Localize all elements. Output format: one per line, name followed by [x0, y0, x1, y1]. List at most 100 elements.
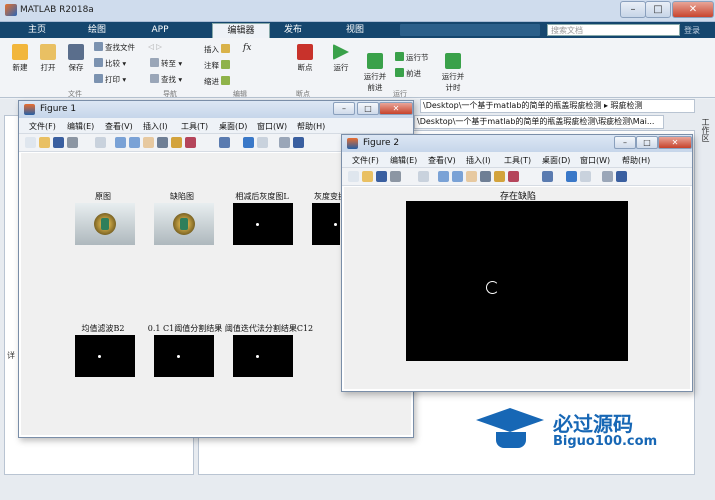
- nav-buttons[interactable]: ◁ ▷: [148, 42, 162, 51]
- tab-apps[interactable]: APP: [135, 23, 185, 38]
- show-tools-icon[interactable]: [293, 137, 304, 148]
- menu-insert[interactable]: 插入(I): [466, 155, 491, 166]
- print-button[interactable]: 打印 ▾: [94, 74, 126, 85]
- new-figure-icon[interactable]: [25, 137, 36, 148]
- breakpoints-button[interactable]: 断点: [292, 44, 318, 73]
- menu-edit[interactable]: 编辑(E): [67, 121, 94, 132]
- current-folder-path[interactable]: \Desktop\一个基于matlab的简单的瓶盖瑕疵检测 ▸ 瑕疵检测: [420, 99, 695, 113]
- zoom-in-icon[interactable]: [438, 171, 449, 182]
- compare-icon: [94, 58, 103, 67]
- colorbar-icon[interactable]: [243, 137, 254, 148]
- pointer-icon[interactable]: [95, 137, 106, 148]
- watermark-logo: 必过源码 Biguo100.com: [468, 400, 708, 460]
- find-icon: [150, 74, 159, 83]
- insert-button[interactable]: 插入: [204, 44, 232, 55]
- find-button[interactable]: 查找 ▾: [150, 74, 182, 85]
- figure-2-close-button[interactable]: ✕: [658, 136, 692, 149]
- figure-2-minimize-button[interactable]: –: [614, 136, 636, 149]
- advance-button[interactable]: 前进: [395, 68, 421, 79]
- new-figure-icon[interactable]: [348, 171, 359, 182]
- minimize-button[interactable]: –: [620, 1, 646, 18]
- open-file-icon[interactable]: [362, 171, 373, 182]
- brush-icon[interactable]: [185, 137, 196, 148]
- show-tools-icon[interactable]: [616, 171, 627, 182]
- menu-file[interactable]: 文件(F): [29, 121, 56, 132]
- save-figure-icon[interactable]: [53, 137, 64, 148]
- figure-2-menu-bar: 文件(F) 编辑(E) 查看(V) 插入(I) 工具(T) 桌面(D) 窗口(W…: [342, 152, 692, 168]
- menu-view[interactable]: 查看(V): [105, 121, 133, 132]
- figure-2-window[interactable]: Figure 2 – □ ✕ 文件(F) 编辑(E) 查看(V) 插入(I) 工…: [341, 134, 693, 392]
- link-plot-icon[interactable]: [542, 171, 553, 182]
- menu-window[interactable]: 窗口(W): [580, 155, 610, 166]
- indent-button[interactable]: 缩进: [204, 76, 232, 87]
- mean-filter-image: [75, 335, 135, 377]
- rotate-icon[interactable]: [157, 137, 168, 148]
- hide-tools-icon[interactable]: [279, 137, 290, 148]
- tab-home[interactable]: 主页: [12, 23, 62, 38]
- menu-desktop[interactable]: 桌面(D): [542, 155, 570, 166]
- data-cursor-icon[interactable]: [494, 171, 505, 182]
- pointer-icon[interactable]: [418, 171, 429, 182]
- login-link[interactable]: 登录: [684, 25, 700, 36]
- ribbon: 新建 打开 保存 查找文件 比较 ▾ 打印 ▾ 文件 ◁ ▷ 转至 ▾ 查找 ▾…: [0, 38, 715, 98]
- hide-tools-icon[interactable]: [602, 171, 613, 182]
- menu-window[interactable]: 窗口(W): [257, 121, 287, 132]
- open-file-icon[interactable]: [39, 137, 50, 148]
- zoom-out-icon[interactable]: [129, 137, 140, 148]
- print-figure-icon[interactable]: [390, 171, 401, 182]
- link-plot-icon[interactable]: [219, 137, 230, 148]
- menu-help[interactable]: 帮助(H): [297, 121, 325, 132]
- workspace-side-tab[interactable]: 工作区: [699, 118, 711, 142]
- search-input[interactable]: 搜索文档: [547, 24, 680, 36]
- open-button[interactable]: 打开: [36, 44, 60, 73]
- menu-file[interactable]: 文件(F): [352, 155, 379, 166]
- fx-button[interactable]: fx: [243, 43, 251, 53]
- save-button[interactable]: 保存: [64, 44, 88, 73]
- data-cursor-icon[interactable]: [171, 137, 182, 148]
- maximize-button[interactable]: □: [645, 1, 671, 18]
- tab-publish[interactable]: 发布: [268, 23, 318, 38]
- run-section-button[interactable]: 运行节: [395, 52, 429, 63]
- figure-2-maximize-button[interactable]: □: [636, 136, 658, 149]
- goto-icon: [150, 58, 159, 67]
- tab-editor[interactable]: 编辑器: [212, 23, 270, 38]
- compare-button[interactable]: 比较 ▾: [94, 58, 126, 69]
- run-advance-button[interactable]: 运行并 前进: [360, 44, 390, 93]
- tab-plots[interactable]: 绘图: [72, 23, 122, 38]
- figure-1-maximize-button[interactable]: □: [357, 102, 379, 115]
- pan-icon[interactable]: [143, 137, 154, 148]
- quick-access-toolbar[interactable]: [400, 24, 540, 36]
- menu-help[interactable]: 帮助(H): [622, 155, 650, 166]
- legend-icon[interactable]: [257, 137, 268, 148]
- run-time-button[interactable]: 运行并 计时: [438, 44, 468, 93]
- zoom-in-icon[interactable]: [115, 137, 126, 148]
- menu-tools[interactable]: 工具(T): [181, 121, 208, 132]
- legend-icon[interactable]: [580, 171, 591, 182]
- menu-view[interactable]: 查看(V): [428, 155, 456, 166]
- tab-view[interactable]: 视图: [330, 23, 380, 38]
- rotate-icon[interactable]: [480, 171, 491, 182]
- print-figure-icon[interactable]: [67, 137, 78, 148]
- menu-tools[interactable]: 工具(T): [504, 155, 531, 166]
- run-button[interactable]: 运行: [328, 44, 354, 73]
- figure-1-title-bar[interactable]: Figure 1 – □ ✕: [19, 101, 413, 118]
- goto-button[interactable]: 转至 ▾: [150, 58, 182, 69]
- figure-2-toolbar: [342, 168, 692, 186]
- new-button[interactable]: 新建: [8, 44, 32, 73]
- brush-icon[interactable]: [508, 171, 519, 182]
- figure-1-minimize-button[interactable]: –: [333, 102, 355, 115]
- figure-1-close-button[interactable]: ✕: [379, 102, 413, 115]
- print-icon: [94, 74, 103, 83]
- save-figure-icon[interactable]: [376, 171, 387, 182]
- menu-insert[interactable]: 插入(I): [143, 121, 168, 132]
- pan-icon[interactable]: [466, 171, 477, 182]
- menu-desktop[interactable]: 桌面(D): [219, 121, 247, 132]
- menu-edit[interactable]: 编辑(E): [390, 155, 417, 166]
- comment-button[interactable]: 注释: [204, 60, 232, 71]
- zoom-out-icon[interactable]: [452, 171, 463, 182]
- app-title: MATLAB R2018a: [20, 5, 94, 15]
- close-button[interactable]: ✕: [672, 1, 714, 18]
- colorbar-icon[interactable]: [566, 171, 577, 182]
- find-files-button[interactable]: 查找文件: [94, 42, 135, 53]
- figure-2-title-bar[interactable]: Figure 2 – □ ✕: [342, 135, 692, 152]
